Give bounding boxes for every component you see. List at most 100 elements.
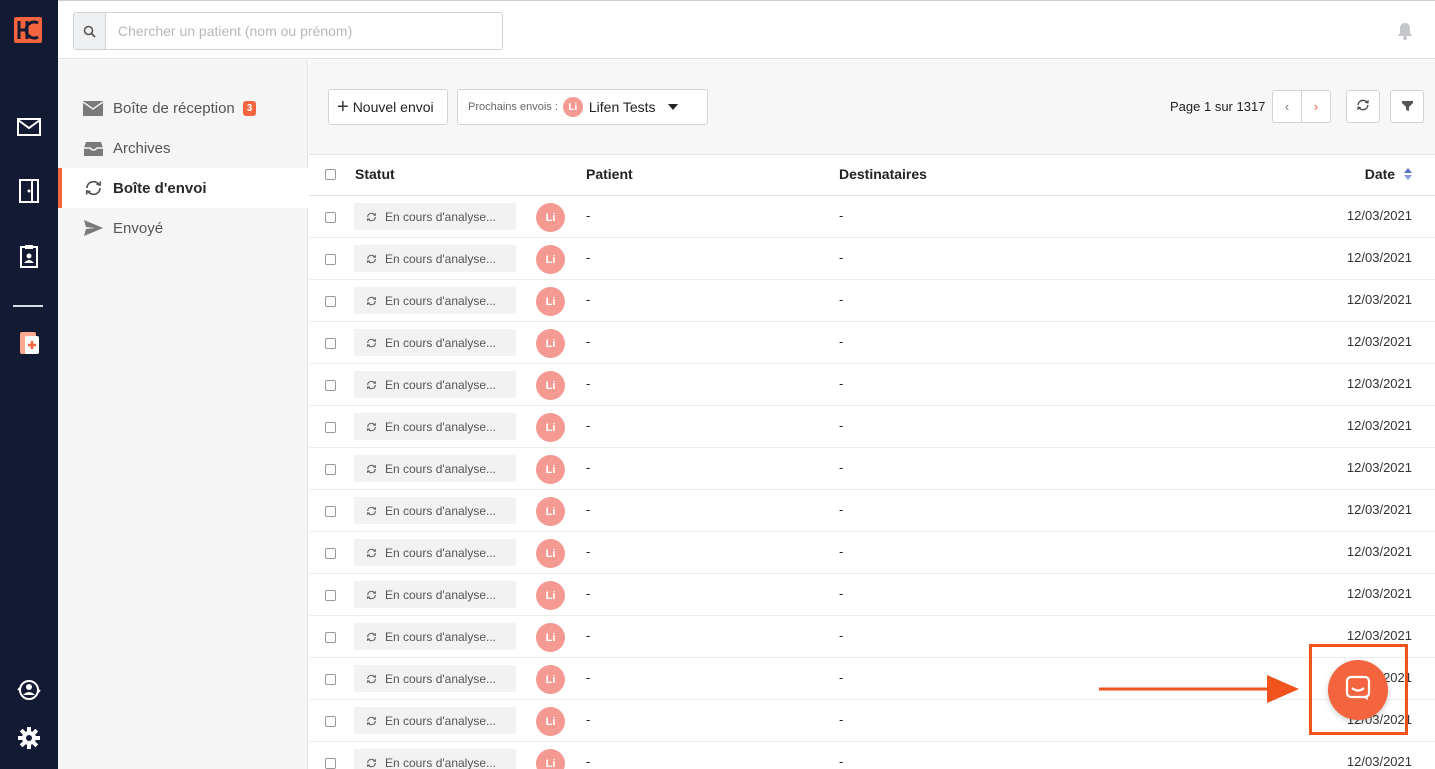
row-checkbox[interactable] [325, 296, 336, 307]
table-row[interactable]: En cours d'analyse... Li - - 12/03/2021 [309, 280, 1435, 322]
avatar: Li [536, 707, 565, 736]
status-badge: En cours d'analyse... [354, 749, 516, 769]
sync-icon [366, 757, 377, 768]
refresh-button[interactable] [1346, 90, 1380, 123]
row-checkbox[interactable] [325, 380, 336, 391]
table-row[interactable]: En cours d'analyse... Li - - 12/03/2021 [309, 238, 1435, 280]
sync-icon [366, 421, 377, 432]
row-checkbox[interactable] [325, 674, 336, 685]
column-recipients[interactable]: Destinataires [839, 166, 927, 182]
avatar: Li [536, 287, 565, 316]
archive-tray-icon [82, 139, 104, 157]
date-cell: 12/03/2021 [1346, 376, 1412, 391]
patient-cell: - [586, 712, 591, 727]
avatar: Li [536, 245, 565, 274]
status-text: En cours d'analyse... [385, 251, 497, 266]
status-text: En cours d'analyse... [385, 545, 497, 560]
envelope-icon [82, 99, 104, 117]
table-row[interactable]: En cours d'analyse... Li - - 12/03/2021 [309, 616, 1435, 658]
medical-file-rail-icon[interactable] [16, 330, 42, 356]
row-checkbox[interactable] [325, 212, 336, 223]
row-checkbox[interactable] [325, 716, 336, 727]
list-toolbar: + Nouvel envoi Prochains envois : Li Lif… [309, 60, 1435, 155]
patient-cell: - [586, 460, 591, 475]
upcoming-sends-dropdown[interactable]: Prochains envois : Li Lifen Tests [457, 89, 708, 125]
row-checkbox[interactable] [325, 590, 336, 601]
new-send-button[interactable]: + Nouvel envoi [328, 89, 448, 125]
filter-button[interactable] [1390, 90, 1424, 123]
chevron-down-icon [667, 104, 678, 110]
support-rail-icon[interactable] [16, 677, 42, 703]
arrow-annotation-icon [1099, 672, 1299, 711]
sidebar-item-archives[interactable]: Archives [58, 128, 308, 168]
clipboard-rail-icon[interactable] [16, 243, 42, 269]
date-cell: 12/03/2021 [1346, 754, 1412, 769]
status-badge: En cours d'analyse... [354, 329, 516, 356]
recipients-cell: - [839, 376, 844, 391]
row-checkbox[interactable] [325, 338, 336, 349]
date-cell: 12/03/2021 [1346, 292, 1412, 307]
previous-page-button[interactable]: ‹ [1273, 91, 1301, 122]
next-page-button[interactable]: › [1301, 91, 1330, 122]
status-badge: En cours d'analyse... [354, 497, 516, 524]
status-text: En cours d'analyse... [385, 419, 497, 434]
status-text: En cours d'analyse... [385, 587, 497, 602]
search-icon[interactable] [74, 13, 106, 49]
sidebar-item-sent[interactable]: Envoyé [58, 208, 308, 248]
sidebar-item-label: Boîte d'envoi [113, 179, 207, 197]
gear-icon[interactable] [16, 725, 42, 751]
table-row[interactable]: En cours d'analyse... Li - - 12/03/2021 [309, 574, 1435, 616]
sync-icon [366, 379, 377, 390]
recipients-cell: - [839, 628, 844, 643]
app-logo[interactable] [14, 17, 42, 43]
date-cell: 12/03/2021 [1346, 418, 1412, 433]
recipients-cell: - [839, 292, 844, 307]
row-checkbox[interactable] [325, 758, 336, 769]
table-row[interactable]: En cours d'analyse... Li - - 12/03/2021 [309, 490, 1435, 532]
column-status[interactable]: Statut [355, 166, 395, 182]
avatar: Li [536, 329, 565, 358]
sync-icon [366, 589, 377, 600]
date-cell: 12/03/2021 [1346, 586, 1412, 601]
table-row[interactable]: En cours d'analyse... Li - - 12/03/2021 [309, 406, 1435, 448]
status-badge: En cours d'analyse... [354, 371, 516, 398]
door-rail-icon[interactable] [16, 178, 42, 204]
avatar: Li [536, 581, 565, 610]
avatar: Li [536, 371, 565, 400]
patient-cell: - [586, 208, 591, 223]
avatar: Li [536, 455, 565, 484]
status-text: En cours d'analyse... [385, 461, 497, 476]
row-checkbox[interactable] [325, 254, 336, 265]
column-date-sort[interactable]: Date [1365, 166, 1412, 183]
column-patient[interactable]: Patient [586, 166, 633, 182]
sidebar-item-inbox[interactable]: Boîte de réception 3 [58, 88, 308, 128]
status-badge: En cours d'analyse... [354, 245, 516, 272]
table-row[interactable]: En cours d'analyse... Li - - 12/03/2021 [309, 364, 1435, 406]
table-row[interactable]: En cours d'analyse... Li - - 12/03/2021 [309, 532, 1435, 574]
top-bar [58, 0, 1435, 59]
status-badge: En cours d'analyse... [354, 455, 516, 482]
sync-icon [82, 179, 104, 197]
row-checkbox[interactable] [325, 422, 336, 433]
table-row[interactable]: En cours d'analyse... Li - - 12/03/2021 [309, 448, 1435, 490]
patient-search [73, 12, 503, 50]
search-input[interactable] [106, 13, 502, 49]
row-checkbox[interactable] [325, 506, 336, 517]
recipients-cell: - [839, 754, 844, 769]
table-row[interactable]: En cours d'analyse... Li - - 12/03/2021 [309, 742, 1435, 769]
recipients-cell: - [839, 502, 844, 517]
table-row[interactable]: En cours d'analyse... Li - - 12/03/2021 [309, 322, 1435, 364]
selected-account-name: Lifen Tests [588, 99, 656, 115]
sidebar-item-outbox[interactable]: Boîte d'envoi [58, 168, 308, 208]
upcoming-sends-label: Prochains envois : [468, 101, 558, 113]
bell-icon[interactable] [1397, 22, 1413, 40]
row-checkbox[interactable] [325, 464, 336, 475]
sync-icon [366, 547, 377, 558]
date-cell: 12/03/2021 [1346, 502, 1412, 517]
table-row[interactable]: En cours d'analyse... Li - - 12/03/2021 [309, 196, 1435, 238]
rail-divider [13, 305, 43, 307]
select-all-checkbox[interactable] [325, 169, 336, 180]
inbox-rail-icon[interactable] [16, 114, 42, 140]
row-checkbox[interactable] [325, 548, 336, 559]
row-checkbox[interactable] [325, 632, 336, 643]
